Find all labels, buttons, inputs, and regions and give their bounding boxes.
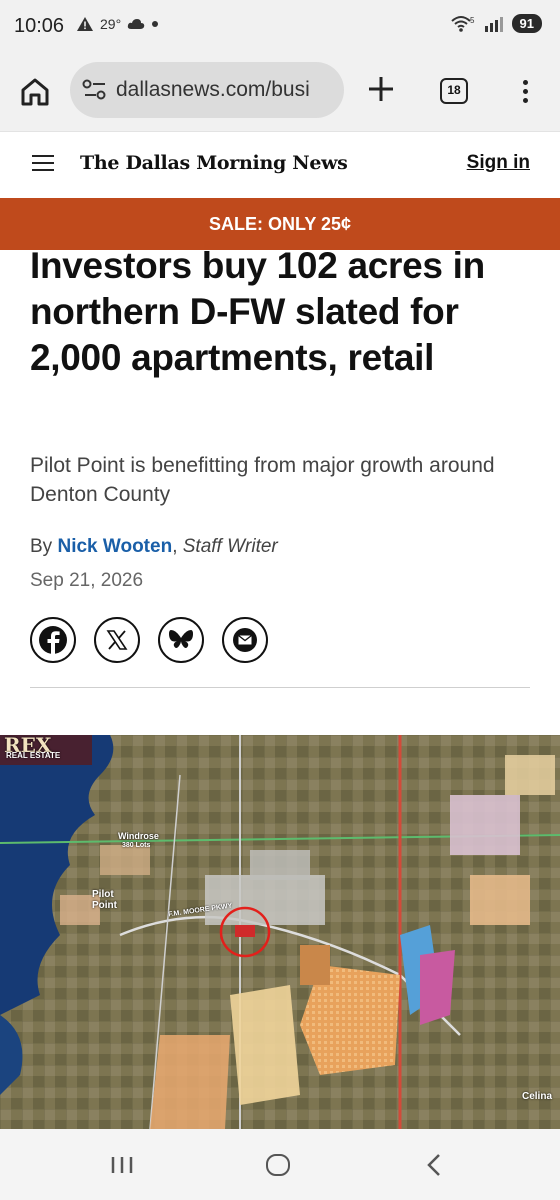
map-label-windrose: Windrose <box>118 831 159 841</box>
map-label-pilot-point: Pilot Point <box>92 889 117 911</box>
status-right-icons: 5 91 <box>450 14 542 33</box>
tab-switcher-button[interactable]: 18 <box>440 78 468 104</box>
article-dek: Pilot Point is benefitting from major gr… <box>30 454 495 506</box>
author-role: Staff Writer <box>182 536 278 557</box>
cloud-icon <box>127 19 145 29</box>
facebook-share-button[interactable] <box>30 617 76 663</box>
map-brand-sub: REAL ESTATE <box>6 751 61 760</box>
article-headline: Investors buy 102 acres in northern D-FW… <box>30 245 485 378</box>
byline: By Nick Wooten, Staff Writer <box>30 536 278 557</box>
author-link[interactable]: Nick Wooten <box>57 536 172 557</box>
hamburger-menu-icon[interactable] <box>32 155 54 173</box>
map-label-windrose-lots: 380 Lots <box>122 842 151 849</box>
divider <box>30 687 530 688</box>
battery-indicator: 91 <box>511 14 542 33</box>
home-nav-icon[interactable] <box>266 1154 290 1176</box>
recent-apps-icon[interactable] <box>110 1155 134 1175</box>
wifi-icon: 5 <box>450 16 475 32</box>
warning-icon <box>77 17 93 31</box>
site-logo[interactable]: The Dallas Morning News <box>80 152 348 174</box>
new-tab-icon[interactable] <box>366 72 396 106</box>
overflow-menu-icon[interactable] <box>516 76 534 106</box>
x-share-button[interactable] <box>94 617 140 663</box>
x-icon <box>106 630 128 650</box>
email-icon <box>233 628 257 652</box>
byline-prefix: By <box>30 536 53 557</box>
system-nav-bar <box>0 1129 560 1200</box>
wifi-label: 5 <box>470 16 475 25</box>
site-header: The Dallas Morning News Sign in <box>0 132 560 198</box>
status-left-icons: 29° <box>76 16 159 32</box>
article-map-image[interactable]: REX REAL ESTATE Windrose 380 Lots Pilot … <box>0 735 560 1129</box>
bluesky-icon <box>169 630 193 648</box>
home-icon[interactable] <box>18 75 52 109</box>
sign-in-link[interactable]: Sign in <box>467 152 530 174</box>
share-buttons <box>30 617 268 663</box>
url-text[interactable]: dallasnews.com/busi <box>116 78 310 102</box>
browser-toolbar: dallasnews.com/busi 18 <box>0 56 560 132</box>
status-temperature: 29° <box>100 16 122 32</box>
site-settings-icon[interactable] <box>82 78 108 102</box>
map-label-celina: Celina <box>522 1091 553 1102</box>
address-bar[interactable]: dallasnews.com/busi <box>70 62 344 118</box>
dot-icon <box>152 21 159 27</box>
back-icon[interactable] <box>424 1153 444 1177</box>
status-bar: 10:06 29° 5 91 <box>0 0 560 56</box>
map-graphic <box>0 735 560 1129</box>
publish-date: Sep 21, 2026 <box>30 570 144 591</box>
bluesky-share-button[interactable] <box>158 617 204 663</box>
email-share-button[interactable] <box>222 617 268 663</box>
signal-icon <box>484 16 503 32</box>
status-time: 10:06 <box>14 15 65 37</box>
facebook-icon <box>39 626 67 655</box>
